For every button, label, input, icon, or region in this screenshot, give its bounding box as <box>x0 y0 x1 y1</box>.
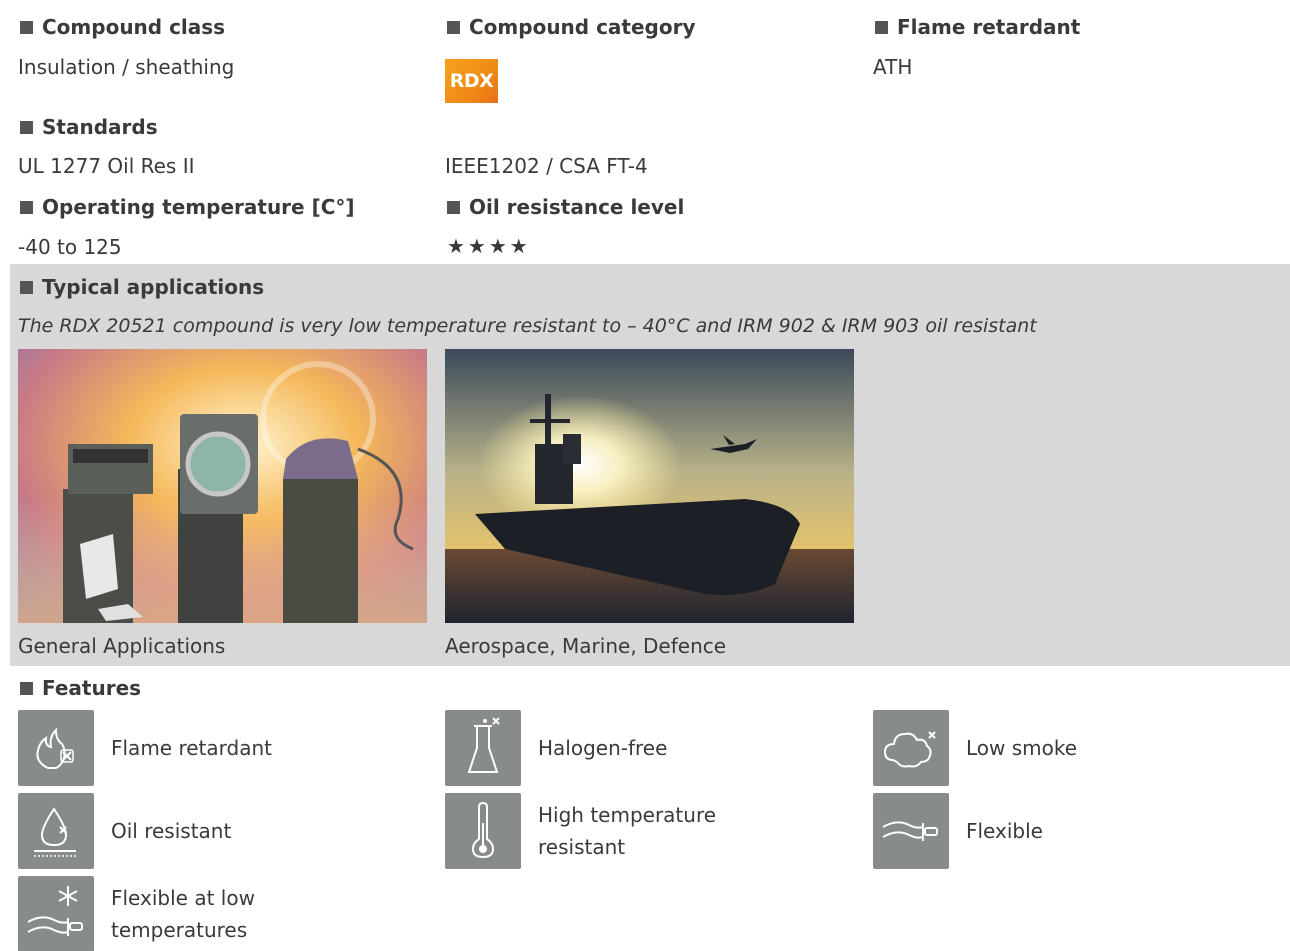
thermometer-icon <box>445 793 521 869</box>
feature-label: Halogen-free <box>538 736 668 760</box>
feature-label: Oil resistant <box>111 819 232 843</box>
typical-applications-description: The RDX 20521 compound is very low tempe… <box>18 315 1037 337</box>
rdx-logo: RDX <box>445 59 498 103</box>
flame-icon <box>18 710 94 786</box>
compound-class-value: Insulation / sheathing <box>18 55 235 79</box>
feature-label: Flame retardant <box>111 736 272 760</box>
bullet-square-icon <box>20 120 33 134</box>
feature-label: Low smoke <box>966 736 1078 760</box>
operating-temperature-value: -40 to 125 <box>18 235 122 259</box>
oil-resistance-heading: Oil resistance level <box>447 195 684 219</box>
appliances-photo <box>18 349 427 623</box>
feature-label: Flexible <box>966 819 1043 843</box>
feature-label: Flexible at low temperatures <box>111 886 255 942</box>
image-caption: General Applications <box>18 634 226 658</box>
features-heading: Features <box>20 676 141 700</box>
flame-retardant-heading: Flame retardant <box>875 15 1080 39</box>
bullet-square-icon <box>20 280 33 294</box>
flask-icon <box>445 710 521 786</box>
bullet-square-icon <box>447 200 460 214</box>
image-caption: Aerospace, Marine, Defence <box>445 634 727 658</box>
standard-item: IEEE1202 / CSA FT-4 <box>445 154 648 178</box>
oil-drop-icon <box>18 793 94 869</box>
bullet-square-icon <box>447 20 460 34</box>
bullet-square-icon <box>875 20 888 34</box>
snowflake-cable-icon <box>18 876 94 951</box>
bullet-square-icon <box>20 20 33 34</box>
smoke-cloud-icon <box>873 710 949 786</box>
flexible-cable-icon <box>873 793 949 869</box>
flame-retardant-value: ATH <box>873 55 913 79</box>
bullet-square-icon <box>20 200 33 214</box>
warship-photo <box>445 349 854 623</box>
oil-resistance-stars: ★★★★ <box>447 234 531 258</box>
standards-heading: Standards <box>20 115 158 139</box>
operating-temperature-heading: Operating temperature [C°] <box>20 195 355 219</box>
feature-label: High temperature resistant <box>538 803 717 859</box>
compound-class-heading: Compound class <box>20 15 225 39</box>
compound-category-heading: Compound category <box>447 15 696 39</box>
standard-item: UL 1277 Oil Res II <box>18 154 195 178</box>
bullet-square-icon <box>20 681 33 695</box>
typical-applications-heading: Typical applications <box>20 275 264 299</box>
